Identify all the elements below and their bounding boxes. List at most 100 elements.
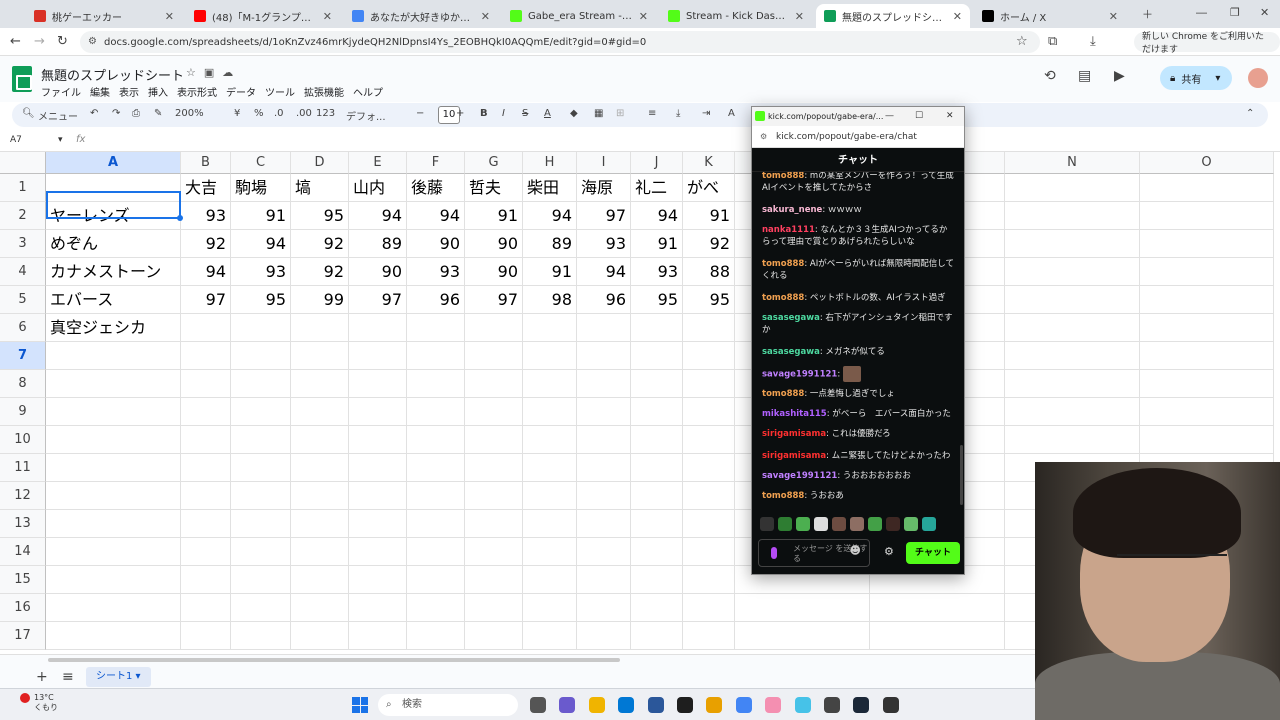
tab-close-icon[interactable]: ✕ (1109, 10, 1118, 23)
table-cell[interactable] (465, 454, 523, 482)
app-icon[interactable] (794, 697, 811, 713)
table-cell[interactable] (291, 594, 349, 622)
table-cell[interactable] (349, 454, 407, 482)
minimize-icon[interactable]: ― (1196, 6, 1207, 19)
table-cell[interactable] (1140, 258, 1274, 286)
table-cell[interactable] (1140, 426, 1274, 454)
table-cell[interactable] (181, 398, 231, 426)
table-cell[interactable] (465, 538, 523, 566)
table-cell[interactable] (231, 594, 291, 622)
table-cell[interactable] (631, 482, 683, 510)
row-header[interactable]: 4 (0, 258, 46, 286)
table-cell[interactable] (349, 566, 407, 594)
horizontal-scrollbar[interactable] (48, 658, 620, 662)
tab-close-icon[interactable]: ✕ (323, 10, 332, 23)
task-view-icon[interactable] (530, 697, 546, 713)
column-header[interactable]: C (231, 152, 291, 174)
table-cell[interactable] (349, 370, 407, 398)
table-cell[interactable]: 大吉 (181, 174, 231, 202)
column-header[interactable]: B (181, 152, 231, 174)
menu-item[interactable]: 編集 (90, 84, 110, 99)
table-cell[interactable] (683, 314, 735, 342)
bookmark-star-icon[interactable]: ☆ (1016, 34, 1028, 49)
table-cell[interactable] (181, 594, 231, 622)
table-cell[interactable] (683, 370, 735, 398)
comments-icon[interactable]: ▤ (1078, 68, 1091, 84)
send-chat-button[interactable]: チャット (906, 542, 960, 564)
table-cell[interactable]: 96 (407, 286, 465, 314)
table-cell[interactable] (46, 370, 181, 398)
site-info-icon[interactable]: ⚙ (88, 36, 97, 47)
column-header[interactable]: N (1005, 152, 1140, 174)
browser-tab[interactable]: あなたが大好きゆかりちゃんー(人… ✕ (344, 4, 498, 28)
app-icon[interactable] (706, 697, 723, 713)
table-cell[interactable] (870, 594, 1005, 622)
table-cell[interactable] (181, 314, 231, 342)
table-cell[interactable]: 94 (181, 258, 231, 286)
table-cell[interactable]: 97 (349, 286, 407, 314)
table-cell[interactable]: 哲夫 (465, 174, 523, 202)
font-select[interactable]: デフォ... (346, 108, 386, 123)
browser-tab[interactable]: 桃ゲーエッカー ✕ (26, 4, 182, 28)
table-cell[interactable]: 95 (631, 286, 683, 314)
name-box[interactable]: A7 (10, 135, 22, 145)
menu-item[interactable]: 挿入 (148, 84, 168, 99)
table-cell[interactable]: 後藤 (407, 174, 465, 202)
store-icon[interactable] (647, 697, 664, 713)
table-cell[interactable] (291, 314, 349, 342)
horizontal-align-icon[interactable]: ≡ (648, 108, 656, 119)
zoom-select[interactable]: 200% (175, 108, 204, 119)
table-cell[interactable] (1140, 398, 1274, 426)
tab-close-icon[interactable]: ✕ (953, 10, 962, 23)
document-title[interactable]: 無題のスプレッドシート (41, 65, 184, 84)
table-cell[interactable] (523, 426, 577, 454)
table-cell[interactable] (291, 426, 349, 454)
tab-close-icon[interactable]: ✕ (795, 10, 804, 23)
table-cell[interactable] (1005, 202, 1140, 230)
chevron-down-icon[interactable]: ▾ (1215, 73, 1220, 84)
table-cell[interactable] (291, 454, 349, 482)
table-cell[interactable]: 95 (683, 286, 735, 314)
collapse-toolbar-icon[interactable]: ⌃ (1246, 108, 1254, 119)
windows-start-icon[interactable] (352, 697, 368, 713)
table-cell[interactable]: 93 (181, 202, 231, 230)
column-header[interactable]: I (577, 152, 631, 174)
reload-icon[interactable]: ↻ (57, 34, 68, 49)
table-cell[interactable]: 92 (181, 230, 231, 258)
table-cell[interactable]: 94 (523, 202, 577, 230)
menu-item[interactable]: 表示 (119, 84, 139, 99)
row-header[interactable]: 14 (0, 538, 46, 566)
table-cell[interactable] (231, 454, 291, 482)
table-cell[interactable]: 90 (407, 230, 465, 258)
meet-icon[interactable]: ▶ (1114, 68, 1125, 84)
emote-icon[interactable] (886, 517, 900, 531)
table-cell[interactable] (631, 314, 683, 342)
chat-username[interactable]: tomo888 (762, 259, 804, 269)
table-cell[interactable]: 91 (465, 202, 523, 230)
chat-username[interactable]: tomo888 (762, 491, 804, 501)
table-cell[interactable] (181, 426, 231, 454)
chat-username[interactable]: tomo888 (762, 389, 804, 399)
browser-tab[interactable]: (48)「M-1グランプリを観ながら評… ✕ (186, 4, 340, 28)
table-cell[interactable] (631, 426, 683, 454)
table-cell[interactable] (231, 538, 291, 566)
table-cell[interactable] (1140, 174, 1274, 202)
table-cell[interactable] (631, 342, 683, 370)
table-cell[interactable] (407, 398, 465, 426)
table-cell[interactable] (523, 314, 577, 342)
url-bar[interactable]: ⚙ docs.google.com/spreadsheets/d/1oKnZvz… (80, 31, 1040, 53)
decrease-decimal-button[interactable]: .0 (274, 108, 284, 119)
table-cell[interactable] (631, 622, 683, 650)
increase-font-size-icon[interactable]: + (456, 108, 464, 119)
emote-icon[interactable] (814, 517, 828, 531)
table-cell[interactable] (46, 594, 181, 622)
table-cell[interactable] (631, 454, 683, 482)
new-tab-button[interactable]: ＋ (1142, 6, 1153, 22)
table-cell[interactable] (349, 342, 407, 370)
table-cell[interactable] (291, 566, 349, 594)
table-cell[interactable] (407, 454, 465, 482)
table-cell[interactable]: 97 (181, 286, 231, 314)
table-cell[interactable] (577, 342, 631, 370)
table-cell[interactable] (46, 510, 181, 538)
table-cell[interactable]: 94 (349, 202, 407, 230)
